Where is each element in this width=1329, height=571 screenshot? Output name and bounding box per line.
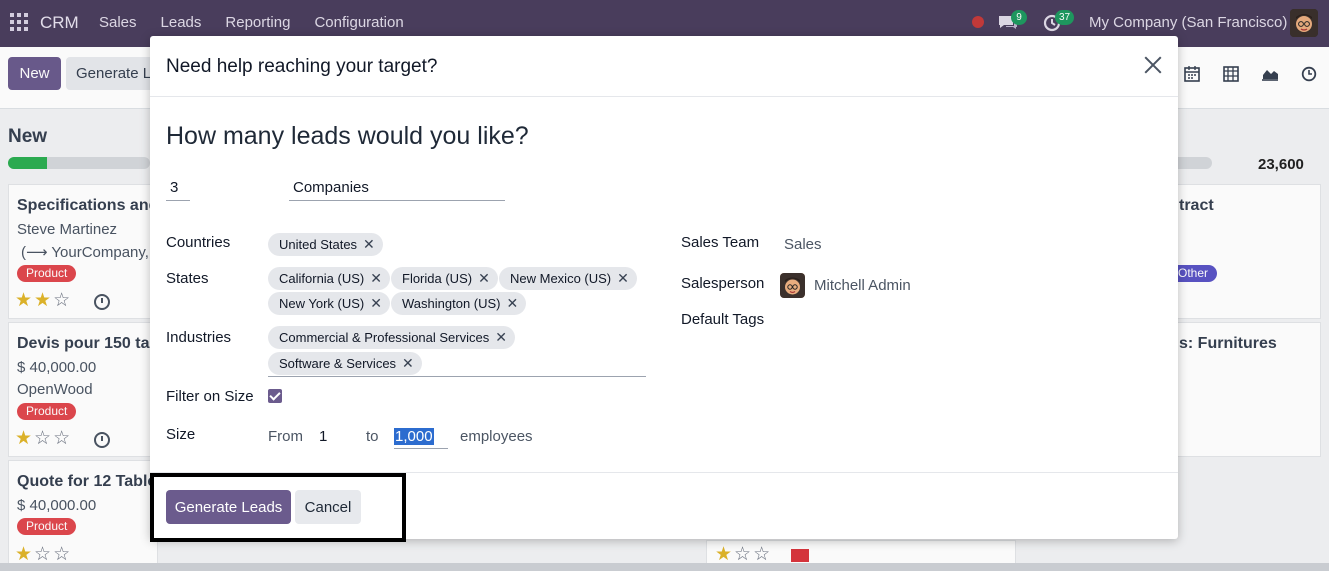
dialog-title: Need help reaching your target? [166,56,438,77]
chip-label: Washington (US) [402,296,501,311]
remove-chip-icon[interactable]: ✕ [617,267,629,290]
state-chip: New Mexico (US) ✕ [499,267,637,290]
remove-chip-icon[interactable]: ✕ [370,292,382,315]
filter-on-size-checkbox[interactable] [268,389,282,403]
horizontal-scrollbar[interactable] [0,563,1329,571]
size-unit-label: employees [460,428,533,445]
annotation-highlight-box [150,473,406,542]
salesperson-label: Salesperson [681,275,765,292]
close-icon[interactable] [1142,54,1164,76]
state-chip: Florida (US) ✕ [391,267,498,290]
size-from-input[interactable]: 1 [319,425,367,449]
industry-chip: Commercial & Professional Services ✕ [268,326,515,349]
state-chip: California (US) ✕ [268,267,390,290]
chip-label: New York (US) [279,296,365,311]
salesperson-avatar [780,273,805,298]
chip-label: Commercial & Professional Services [279,330,490,345]
lead-count-input[interactable]: 3 [166,177,190,201]
size-label: Size [166,426,196,443]
state-chip: Washington (US) ✕ [391,292,527,315]
remove-chip-icon[interactable]: ✕ [478,267,490,290]
remove-chip-icon[interactable]: ✕ [402,352,414,375]
filter-on-size-label: Filter on Size [166,388,254,405]
lead-type-select[interactable]: Companies [289,177,505,201]
chip-label: New Mexico (US) [510,271,612,286]
states-label: States [166,270,209,287]
countries-label: Countries [166,234,231,251]
remove-chip-icon[interactable]: ✕ [507,292,519,315]
chip-label: California (US) [279,271,365,286]
salesperson-field[interactable]: Mitchell Admin [814,277,911,294]
sales-team-label: Sales Team [681,234,760,251]
dialog-heading: How many leads would you like? [166,122,529,150]
default-tags-label: Default Tags [681,311,765,328]
state-chip: New York (US) ✕ [268,292,390,315]
industries-label: Industries [166,329,232,346]
industry-chip: Software & Services ✕ [268,352,422,375]
chip-label: Florida (US) [402,271,473,286]
size-to-label: to [366,428,379,445]
chip-label: United States [279,237,358,252]
sales-team-field[interactable]: Sales [784,236,822,253]
size-from-label: From [268,428,303,445]
size-to-input[interactable]: 1,000 [394,425,448,449]
industries-input[interactable] [268,376,646,377]
remove-chip-icon[interactable]: ✕ [370,267,382,290]
generate-leads-dialog: Need help reaching your target? How many… [150,36,1178,539]
remove-chip-icon[interactable]: ✕ [495,326,507,349]
chip-label: Software & Services [279,356,397,371]
country-chip: United States ✕ [268,233,383,256]
remove-chip-icon[interactable]: ✕ [363,233,375,256]
dialog-header: Need help reaching your target? [150,36,1178,97]
selected-text: 1,000 [394,428,434,445]
